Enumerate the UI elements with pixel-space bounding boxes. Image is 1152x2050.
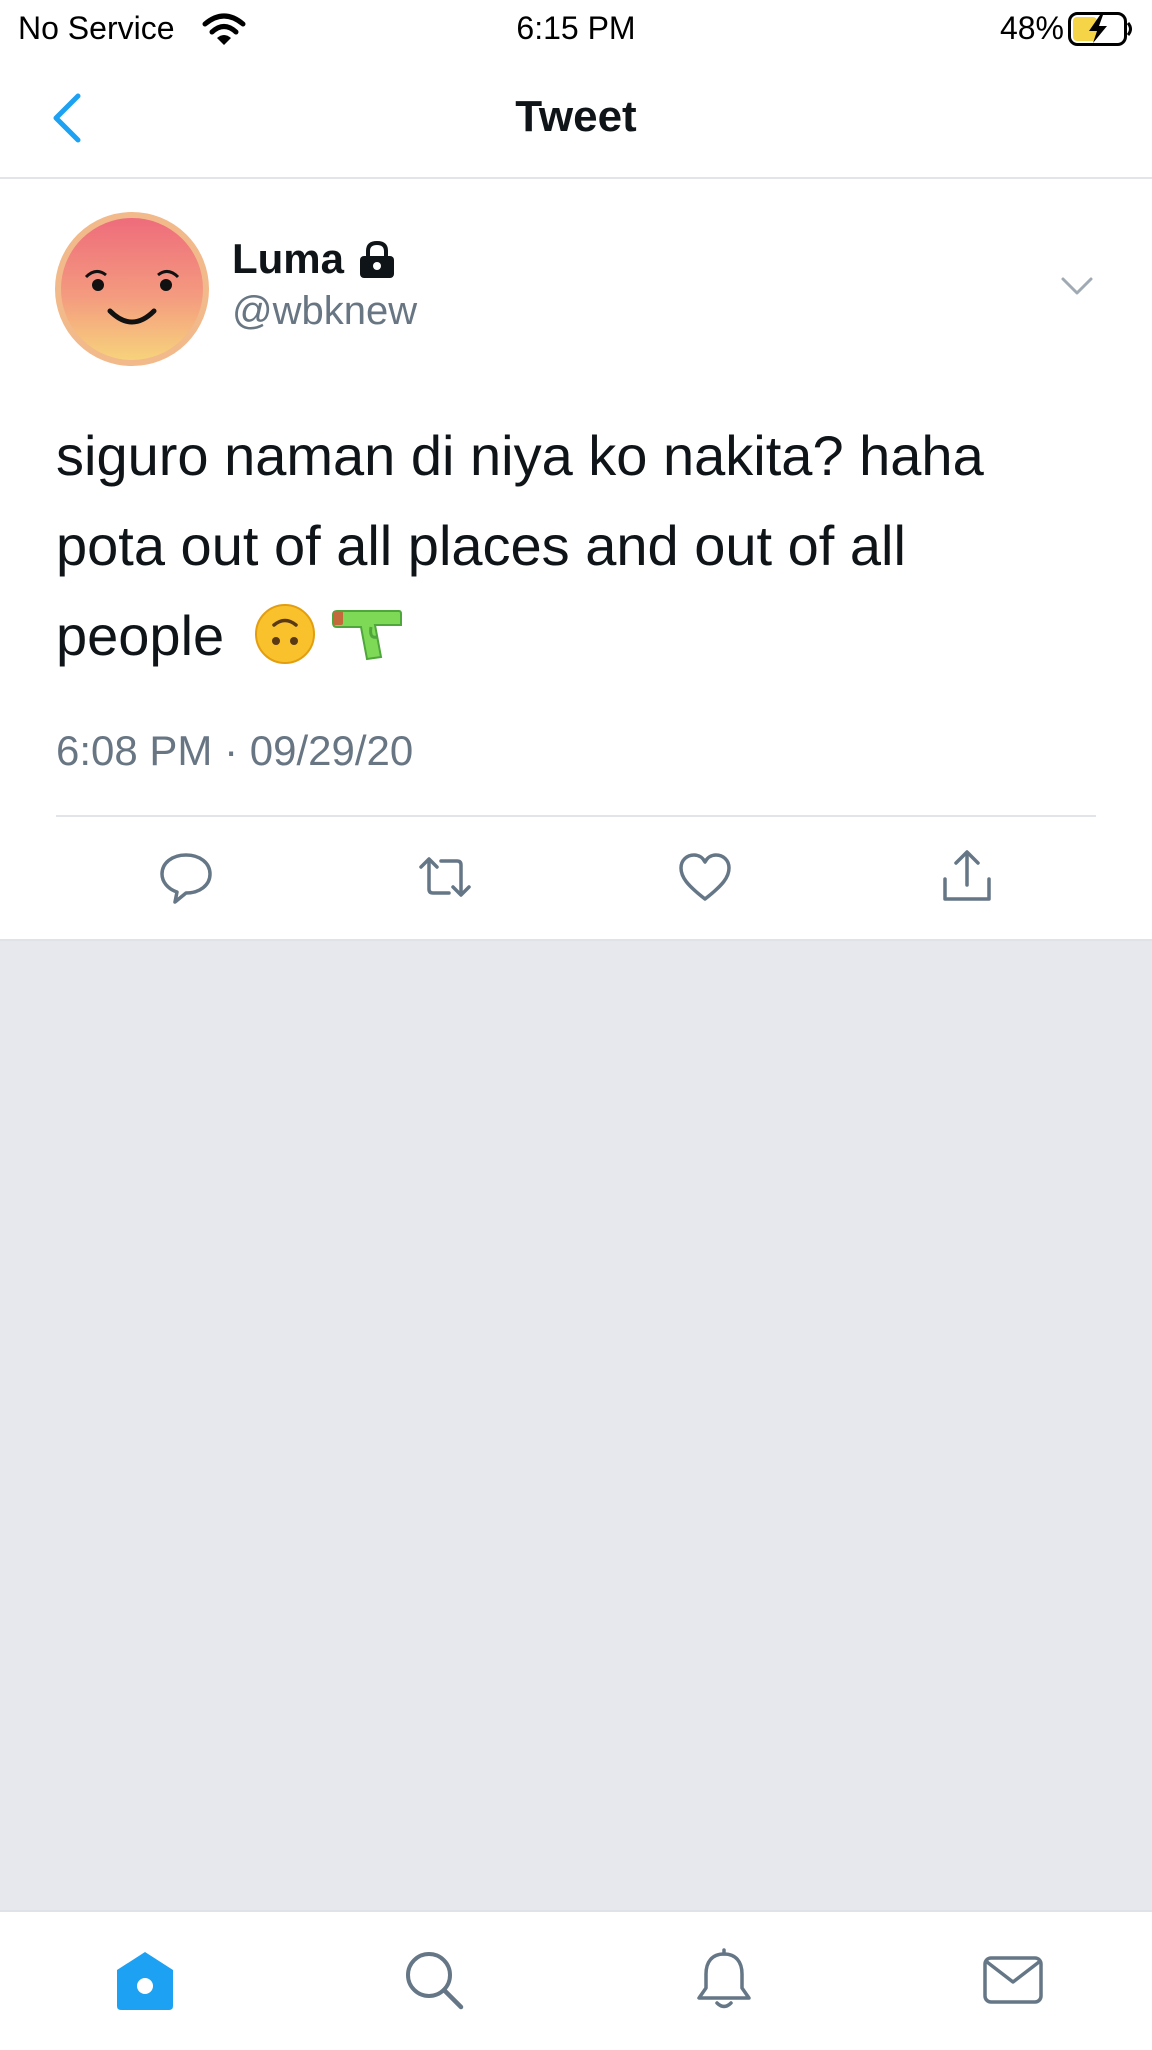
tweet-text-line: siguro naman di niya ko nakita? haha — [56, 424, 984, 487]
battery-percent: 48% — [999, 10, 1064, 46]
nav-bar: Tweet — [0, 60, 1152, 179]
chevron-down-icon[interactable] — [1060, 275, 1094, 297]
tweet-detail: Luma @wbknew siguro naman di niya ko nak… — [0, 179, 1152, 941]
divider — [56, 815, 1096, 817]
user-handle[interactable]: @wbknew — [232, 289, 417, 334]
search-icon[interactable] — [402, 1948, 466, 2012]
status-time: 6:15 PM — [516, 10, 636, 46]
tweet-text-line: people — [56, 591, 1096, 681]
home-icon[interactable] — [113, 1948, 177, 2012]
share-icon[interactable] — [937, 847, 997, 907]
upside-down-face-emoji — [254, 604, 315, 664]
tab-bar — [0, 1910, 1152, 2050]
tweet-text-line-text: people — [56, 604, 225, 667]
tweet-timestamp: 6:08 PM · 09/29/20 — [56, 727, 414, 774]
like-icon[interactable] — [675, 847, 735, 907]
notifications-icon[interactable] — [692, 1948, 756, 2012]
avatar[interactable] — [54, 211, 210, 367]
reply-icon[interactable] — [156, 847, 216, 907]
lock-icon — [360, 240, 394, 278]
status-bar: No Service 6:15 PM 48% — [0, 0, 1152, 60]
retweet-icon[interactable] — [415, 847, 475, 907]
messages-icon[interactable] — [981, 1948, 1045, 2012]
tweet-text-line: pota out of all places and out of all — [56, 514, 906, 577]
page-title: Tweet — [515, 92, 637, 141]
battery-charging-icon — [1068, 12, 1132, 46]
tweet-text: siguro naman di niya ko nakita? haha pot… — [56, 411, 1096, 681]
water-pistol-emoji — [332, 610, 403, 661]
display-name[interactable]: Luma — [232, 235, 344, 283]
